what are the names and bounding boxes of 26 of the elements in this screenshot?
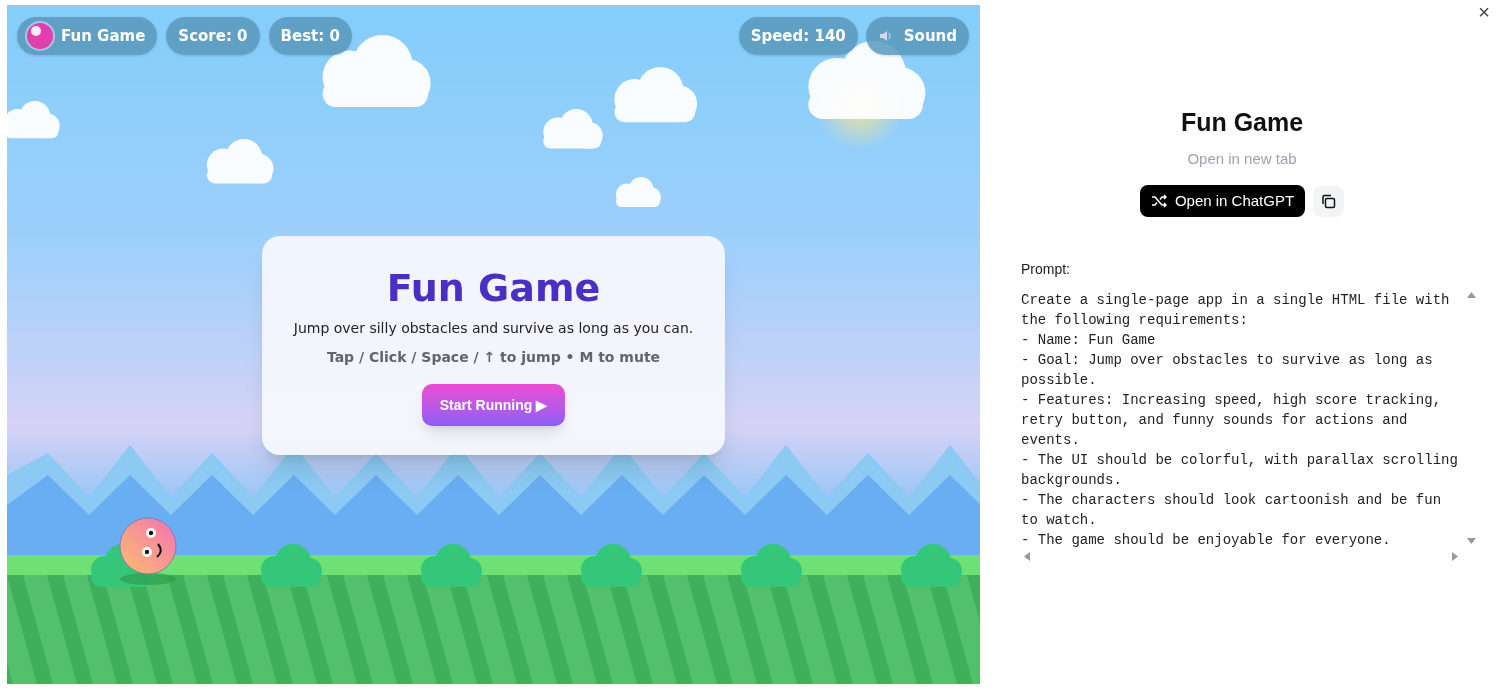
scroll-right-arrow-icon: [1452, 551, 1458, 561]
scroll-up-arrow-icon: [1466, 292, 1476, 298]
panel-title: Fun Game: [1180, 107, 1304, 138]
speaker-icon: [877, 28, 894, 44]
horizontal-scrollbar[interactable]: [1021, 550, 1461, 562]
controls-hint: Tap / Click / Space / ↑ to jump • M to mute: [326, 348, 661, 367]
card-title: Fun Game: [386, 265, 601, 312]
open-in-chatgpt-button[interactable]: Open in ChatGPT: [1139, 185, 1306, 217]
shuffle-icon: [1150, 193, 1167, 209]
score-badge: Score: 0: [166, 17, 260, 55]
prompt-text: Create a single-page app in a single HTML file with the following requirements: - Name: Fun Game - Goal: Jump over obstacles to survive as long as possible. - Features: Increasing speed, high score tracking, retry button, and funny sounds for actions and events. - The UI should be colorful, with parallax scrolling backgrounds. - The characters should look cartoonish and be fun to watch. - The game should be enjoyable for everyone.: [1021, 291, 1459, 550]
copy-icon: [1321, 193, 1337, 209]
vertical-scrollbar[interactable]: [1465, 290, 1477, 546]
copy-button[interactable]: [1313, 185, 1345, 217]
scroll-down-arrow-icon: [1466, 538, 1476, 544]
scroll-left-arrow-icon: [1024, 551, 1030, 561]
close-button[interactable]: ×: [1478, 2, 1490, 22]
game-title: Fun Game: [61, 25, 146, 47]
prompt-label: Prompt:: [1021, 260, 1071, 279]
open-in-new-tab-link[interactable]: Open in new tab: [1187, 147, 1297, 170]
card-subtitle: Jump over silly obstacles and survive as long as you can.: [293, 319, 694, 338]
sound-button[interactable]: Sound: [865, 17, 969, 55]
start-running-button[interactable]: Start Running ▶: [421, 384, 566, 426]
best-score-badge: Best: 0: [268, 17, 352, 55]
ball-icon: [25, 21, 55, 51]
speed-badge: Speed: 140: [738, 17, 858, 55]
